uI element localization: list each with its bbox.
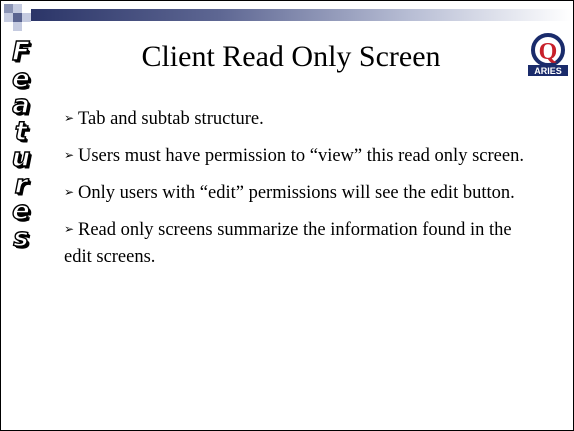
logo-text: ARIES xyxy=(534,66,562,76)
features-letter: t xyxy=(14,116,28,147)
decorative-square xyxy=(4,13,13,22)
arrow-bullet-icon: ➢ xyxy=(64,222,75,236)
slide-title: Client Read Only Screen xyxy=(141,40,441,73)
bullet-list: ➢ Tab and subtab structure. ➢ Users must h… xyxy=(64,106,534,280)
features-letter: s xyxy=(13,222,30,253)
decorative-square xyxy=(13,22,22,31)
features-letter: a xyxy=(12,90,31,120)
aries-logo: Q ARIES xyxy=(528,33,568,76)
slide: F e a t u r e s Client Read Only Screen … xyxy=(0,0,574,431)
bullet-text: Tab and subtab structure. xyxy=(78,109,264,129)
bullet-text: Read only screens summarize the informat… xyxy=(64,220,512,267)
features-letter: r xyxy=(14,169,28,200)
decorative-square xyxy=(4,4,13,13)
bullet-item: ➢ Read only screens summarize the informa… xyxy=(64,217,534,270)
bullet-item: ➢ Only users with “edit” permissions will… xyxy=(64,180,534,207)
decorative-square xyxy=(13,13,22,22)
bullet-item: ➢ Users must have permission to “view” th… xyxy=(64,143,534,170)
decorative-square xyxy=(13,4,22,13)
features-letter: e xyxy=(11,63,30,94)
bullet-text: Users must have permission to “view” thi… xyxy=(78,146,524,166)
features-letter: u xyxy=(11,143,31,173)
arrow-bullet-icon: ➢ xyxy=(64,148,75,162)
features-vertical-word: F e a t u r e s xyxy=(8,39,34,251)
features-letter: e xyxy=(11,196,30,226)
arrow-bullet-icon: ➢ xyxy=(64,111,75,125)
bullet-text: Only users with “edit” permissions will … xyxy=(78,183,515,203)
logo-letter: Q xyxy=(539,39,558,65)
arrow-bullet-icon: ➢ xyxy=(64,185,75,199)
decorative-square xyxy=(22,13,31,22)
features-letter: F xyxy=(11,37,30,67)
title-gradient-bar xyxy=(31,9,571,21)
bullet-item: ➢ Tab and subtab structure. xyxy=(64,106,534,133)
